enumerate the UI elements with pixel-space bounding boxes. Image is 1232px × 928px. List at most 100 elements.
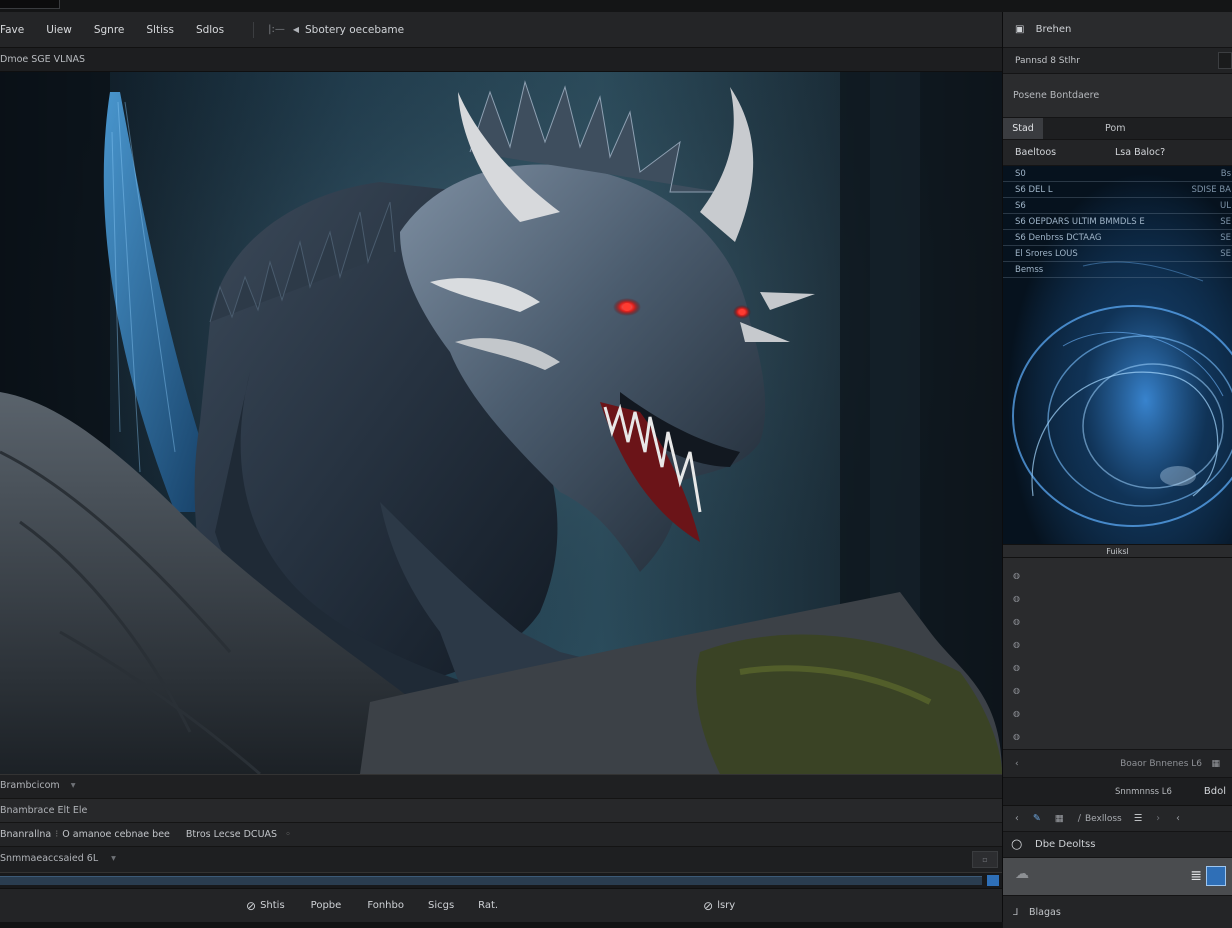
sidebar-search[interactable]: ○ Dbe Deoltss	[1003, 832, 1232, 858]
options-row: Bnanrallna ⁝ O amanoe cebnae bee Btros L…	[0, 822, 1002, 846]
path-text: Dmoe SGE VLNAS	[0, 54, 86, 65]
sidebar-bottom-label: Blagas	[1029, 907, 1061, 918]
render-progress	[0, 872, 1002, 888]
sidebar-panel-label[interactable]: Snnmnnss L6	[1115, 778, 1172, 806]
path-bar: Dmoe SGE VLNAS	[0, 48, 1002, 72]
sidebar-panel-value[interactable]: Bdol	[1204, 778, 1226, 806]
property-toggle-icon[interactable]: ◍	[1003, 587, 1232, 610]
history-label: Snmmaeaccsaied 6L	[0, 853, 99, 864]
properties-label: Bnambrace Elt Ele	[0, 805, 88, 816]
options-col-3[interactable]: Btros Lecse DCUAS	[186, 823, 277, 846]
menu-bar: Fave Uiew Sgnre Sltiss Sdlos |:— ◀ Sbote…	[0, 12, 1002, 48]
sidebar-header: ▣ Brehen	[1003, 12, 1232, 48]
sidebar-bottom: ⅃ Blagas	[1003, 896, 1232, 928]
action-fonhbo[interactable]: Fonhbo	[367, 900, 404, 911]
action-popbe[interactable]: Popbe	[311, 900, 342, 911]
preview-row[interactable]: S6 UL	[1003, 198, 1232, 214]
menu-image[interactable]: Sgnre	[83, 12, 136, 48]
sidebar-toolbar: ‹ ✎ ▦ ∕ Bexlloss ☰ › ‹	[1003, 806, 1232, 832]
document-title: Sbotery oecebame	[305, 23, 405, 36]
sidebar-tool-label[interactable]: Bexlloss	[1085, 806, 1122, 832]
sidebar-status-label: Boaor Bnnenes L6	[1120, 759, 1202, 769]
property-toggle-icon[interactable]: ◍	[1003, 656, 1232, 679]
sidebar-section-label: Posene Bontdaere	[1013, 90, 1100, 101]
sidebar-status: ‹ Boaor Bnnenes L6 ▦	[1003, 750, 1232, 778]
preview-list: S0 Bs S6 DEL L SDISE BA S6 UL S6 OEPDARS …	[1003, 166, 1232, 278]
options-col-2[interactable]: O amanoe cebnae bee	[62, 823, 170, 846]
layers-bar: Brambcicom ▾	[0, 774, 1002, 798]
history-dropdown-icon[interactable]: ▾	[111, 853, 116, 864]
property-toggle-icon[interactable]: ◍	[1003, 633, 1232, 656]
tab-stad[interactable]: Stad	[1003, 118, 1043, 139]
property-toggle-icon[interactable]: ◍	[1003, 564, 1232, 587]
sidebar-col-b[interactable]: Lsa Baloc?	[1115, 140, 1165, 165]
sidebar-thumbnail-row: ☁ ≣	[1003, 858, 1232, 896]
forward-icon[interactable]: ›	[1156, 806, 1160, 832]
sidebar-col-a[interactable]: Baeltoos	[1003, 140, 1115, 165]
menu-tools[interactable]: Sdlos	[185, 12, 235, 48]
right-sidebar: ▣ Brehen Pannsd 8 Stlhr Posene Bontdaere…	[1002, 12, 1232, 928]
back-icon[interactable]: ‹	[1176, 806, 1180, 832]
progress-end-icon[interactable]	[987, 875, 999, 886]
sidebar-column-header: Baeltoos Lsa Baloc?	[1003, 140, 1232, 166]
menu-dash-icon: |:—	[268, 24, 285, 35]
options-sep-icon: ⁝	[55, 829, 59, 840]
preview-row[interactable]: S6 Denbrss DCTAAG SE	[1003, 230, 1232, 246]
preview-row[interactable]: Bemss	[1003, 262, 1232, 278]
property-list: ◍ ◍ ◍ ◍ ◍ ◍ ◍ ◍	[1003, 558, 1232, 750]
cloud-icon[interactable]: ☁	[1015, 866, 1029, 882]
menu-file[interactable]: Fave	[0, 12, 35, 48]
image-canvas[interactable]	[0, 72, 1002, 774]
menu-styles[interactable]: Sltiss	[135, 12, 185, 48]
sidebar-bottom-icon[interactable]: ⅃	[1013, 896, 1018, 928]
edit-icon[interactable]: ✎	[1033, 806, 1041, 832]
property-toggle-icon[interactable]: ◍	[1003, 725, 1232, 748]
grid-icon[interactable]: ▦	[1055, 806, 1064, 832]
preview-row[interactable]: El Srores LOUS SE	[1003, 246, 1232, 262]
stack-icon[interactable]: ≣	[1190, 868, 1202, 884]
properties-row: Bnambrace Elt Ele	[0, 798, 1002, 822]
preview-caption: Fuiksl	[1003, 544, 1232, 558]
options-more-icon[interactable]: ◦	[285, 823, 291, 846]
play-icon[interactable]: ◀	[293, 25, 299, 34]
back-icon[interactable]: ‹	[1015, 759, 1019, 769]
sidebar-status-icon[interactable]: ▦	[1211, 750, 1220, 778]
action-bar: ⊘ Shtis Popbe Fonhbo Sicgs Rat. ⊘ lsry	[0, 888, 1002, 922]
progress-fill	[0, 876, 982, 885]
sidebar-field-dropdown[interactable]	[1218, 52, 1232, 69]
property-toggle-icon[interactable]: ◍	[1003, 610, 1232, 633]
action-shtis[interactable]: Shtis	[260, 900, 285, 911]
menu-view[interactable]: Uiew	[35, 12, 83, 48]
sidebar-search-label: Dbe Deoltss	[1035, 839, 1096, 850]
action-lsry[interactable]: lsry	[717, 900, 735, 911]
action-shtis-icon[interactable]: ⊘	[246, 899, 256, 913]
sidebar-panel-row: Snnmnnss L6 Bdol	[1003, 778, 1232, 806]
thumbnail-icon[interactable]	[1206, 866, 1226, 886]
options-col-1[interactable]: Bnanrallna	[0, 823, 51, 846]
preview-row[interactable]: S6 OEPDARS ULTIM BMMDLS E SE	[1003, 214, 1232, 230]
property-toggle-icon[interactable]: ◍	[1003, 702, 1232, 725]
action-rat[interactable]: Rat.	[478, 900, 498, 911]
layers-dropdown-icon[interactable]: ▾	[71, 780, 76, 791]
list-icon[interactable]: ☰	[1134, 806, 1143, 832]
sidebar-field-row[interactable]: Pannsd 8 Stlhr	[1003, 48, 1232, 74]
preview-row[interactable]: S6 DEL L SDISE BA	[1003, 182, 1232, 198]
action-sicgs[interactable]: Sicgs	[428, 900, 454, 911]
back-icon[interactable]: ‹	[1015, 806, 1019, 832]
sidebar-header-icon: ▣	[1015, 24, 1025, 35]
action-lsry-icon[interactable]: ⊘	[703, 899, 713, 913]
sidebar-section: Posene Bontdaere	[1003, 74, 1232, 118]
preview-row[interactable]: S0 Bs	[1003, 166, 1232, 182]
window-tab[interactable]	[0, 0, 60, 9]
window-top-strip	[0, 0, 1232, 12]
tab-pom[interactable]: Pom	[1043, 118, 1232, 139]
brush-icon[interactable]: ∕	[1078, 806, 1081, 832]
menu-separator	[253, 21, 255, 38]
preview-caption-label: Fuiksl	[1106, 547, 1129, 556]
sidebar-preview[interactable]: S0 Bs S6 DEL L SDISE BA S6 UL S6 OEPDARS …	[1003, 166, 1232, 544]
history-box[interactable]: ▫	[972, 851, 998, 868]
search-icon[interactable]: ○	[1011, 832, 1022, 858]
property-toggle-icon[interactable]: ◍	[1003, 679, 1232, 702]
dragon-artwork	[0, 72, 1002, 774]
layers-label: Brambcicom	[0, 780, 60, 791]
